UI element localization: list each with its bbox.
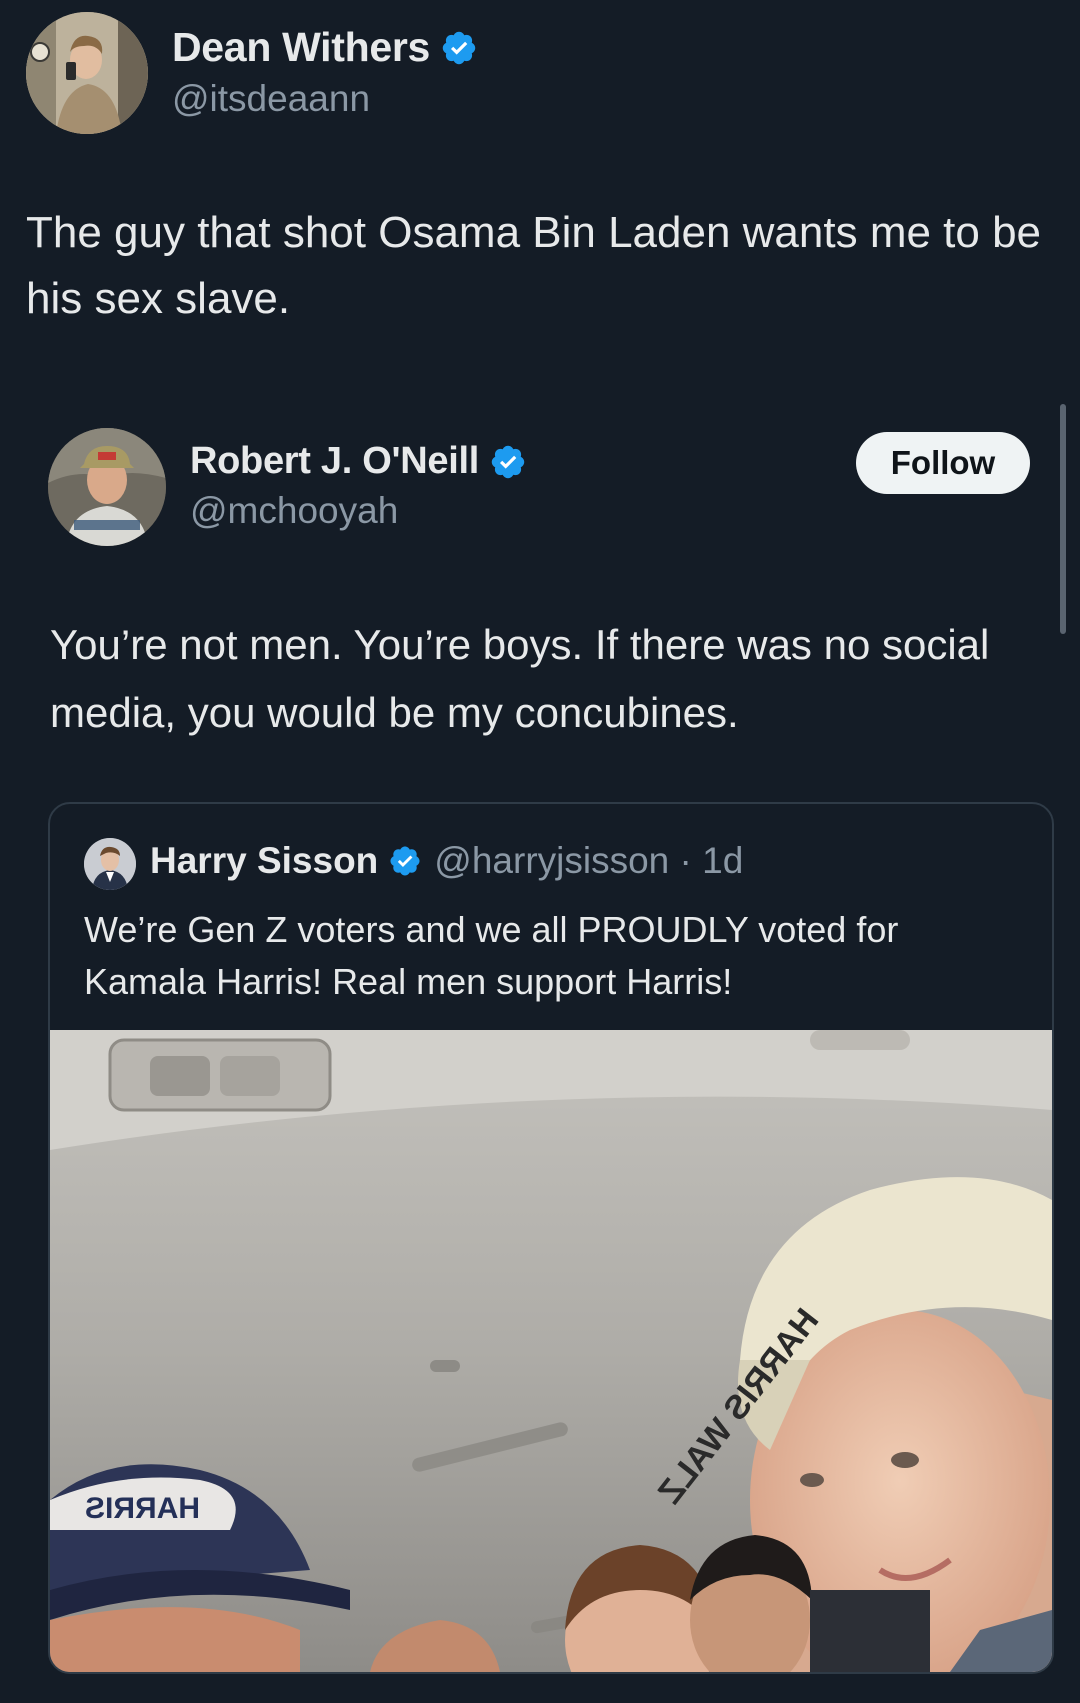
nested-quote-card[interactable]: Harry Sisson @harryjsisson · 1d We’re Ge… [48,802,1054,1674]
avatar-robert-oneill[interactable] [48,428,166,546]
handle[interactable]: @itsdeaann [172,78,370,120]
verified-badge-icon [442,31,476,64]
dean-name-row: Dean Withers [172,24,478,71]
handle[interactable]: @mchooyah [190,490,398,532]
display-name[interactable]: Dean Withers [172,24,430,71]
display-name[interactable]: Harry Sisson [150,840,378,882]
follow-button[interactable]: Follow [856,432,1030,494]
cap-text-left: HARRIS [85,1492,200,1525]
avatar-harry-sisson[interactable] [84,838,136,890]
verified-badge-icon [491,445,525,478]
avatar-dean-withers[interactable] [26,12,148,134]
harry-name-row: Harry Sisson @harryjsisson · 1d [150,840,743,882]
tweet-text: The guy that shot Osama Bin Laden wants … [26,208,1042,323]
scrollbar[interactable] [1060,404,1066,634]
display-name[interactable]: Robert J. O'Neill [190,440,479,483]
quoted-tweet-text: You’re not men. You’re boys. If there wa… [50,621,990,736]
handle-and-time[interactable]: @harryjsisson · 1d [434,840,743,882]
selfie-photo[interactable]: HARRIS WALZ HARRIS [50,1030,1052,1672]
nested-quote-text: We’re Gen Z voters and we all PROUDLY vo… [84,909,899,1002]
verified-badge-icon [390,846,420,876]
robert-name-row: Robert J. O'Neill [190,440,527,483]
